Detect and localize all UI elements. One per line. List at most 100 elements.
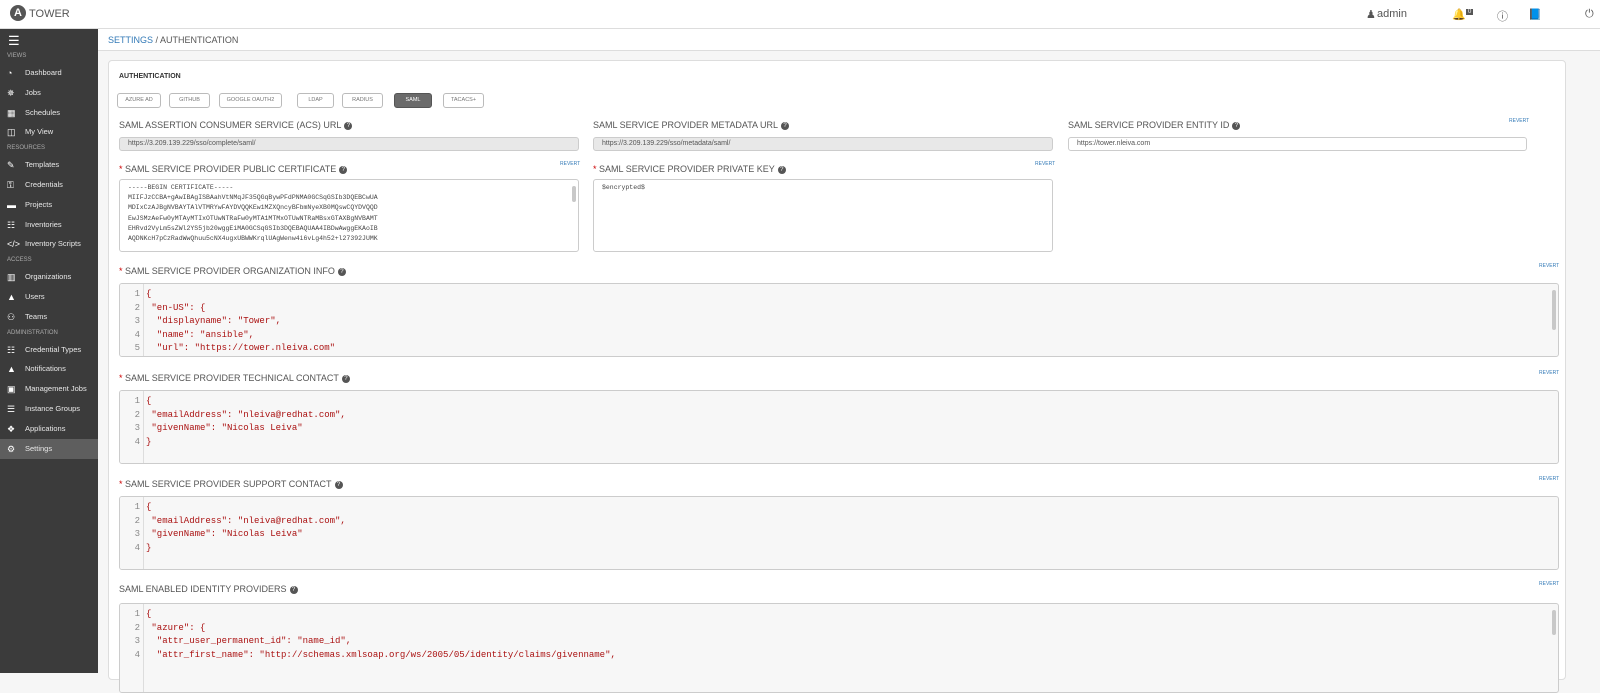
code-line: 3 "attr_user_permanent_id": "name_id", [120, 635, 616, 649]
users-icon: ⚇ [7, 311, 16, 322]
revert-idps[interactable]: REVERT [1539, 581, 1559, 587]
tab-github[interactable]: GITHUB [169, 93, 210, 108]
hamburger-menu-icon[interactable]: ☰ [8, 33, 20, 49]
scrollbar[interactable] [572, 186, 576, 202]
help-icon[interactable]: ? [781, 121, 790, 130]
tab-azure-ad[interactable]: AZURE AD [117, 93, 161, 108]
tab-tacacs-[interactable]: TACACS+ [443, 93, 484, 108]
sidebar-item-organizations[interactable]: ▥ Organizations [0, 267, 98, 287]
sidebar-item-label: Teams [25, 311, 48, 321]
sidebar-item-applications[interactable]: ❖ Applications [0, 419, 98, 439]
user-menu[interactable]: admin [1377, 8, 1407, 20]
logout-power-icon[interactable]: ⏻ [1585, 8, 1594, 21]
org-info-editor[interactable]: 1{2 "en-US": {3 "displayname": "Tower", 4… [119, 283, 1559, 357]
code-text: { [146, 289, 152, 299]
breadcrumb: SETTINGS / AUTHENTICATION [98, 29, 1600, 51]
sidebar-item-templates[interactable]: ✎ Templates [0, 155, 98, 175]
bell-icon: ▲ [7, 364, 16, 375]
sidebar-item-projects[interactable]: ▬ Projects [0, 195, 98, 215]
sidebar-section-label: RESOURCES [7, 145, 46, 152]
public-cert-textarea[interactable]: -----BEGIN CERTIFICATE----- MIIFJzCCBA+g… [119, 179, 579, 252]
calendar-icon: ▦ [7, 107, 16, 118]
metadata-url-field[interactable]: https://3.209.139.229/sso/metadata/saml/ [593, 137, 1053, 151]
docs-book-icon[interactable]: 📘 [1528, 8, 1542, 21]
idps-editor[interactable]: 1{2 "azure": {3 "attr_user_permanent_id"… [119, 603, 1559, 693]
sidebar: ☰ VIEWS ◔ Dashboard ✵ Jobs ▦ Schedules ◫ My View… [0, 29, 98, 673]
sidebar-item-label: Applications [25, 423, 66, 433]
org-info-label: * SAML SERVICE PROVIDER ORGANIZATION INF… [119, 266, 346, 276]
support-contact-label: * SAML SERVICE PROVIDER SUPPORT CONTACT? [119, 479, 343, 489]
cubes-icon: ❖ [7, 423, 16, 434]
sidebar-item-my-view[interactable]: ◫ My View [0, 122, 98, 142]
info-icon[interactable]: ⓘ [1497, 8, 1508, 24]
revert-support-contact[interactable]: REVERT [1539, 476, 1559, 482]
revert-public-cert[interactable]: REVERT [560, 161, 580, 167]
ansible-logo-icon[interactable]: A [10, 5, 26, 21]
help-icon[interactable]: ? [1232, 121, 1241, 130]
support-contact-editor[interactable]: 1{2 "emailAddress": "nleiva@redhat.com",… [119, 496, 1559, 570]
sidebar-item-settings[interactable]: ⚙ Settings [0, 438, 98, 459]
sidebar-item-management-jobs[interactable]: ▣ Management Jobs [0, 379, 98, 399]
code-line: 4 "attr_first_name": "http://schemas.xml… [120, 649, 616, 663]
code-text: "attr_user_permanent_id": "name_id", [146, 636, 352, 646]
sidebar-item-users[interactable]: ▲ Users [0, 287, 98, 307]
sidebar-item-label: Projects [25, 199, 53, 209]
metadata-url-label: SAML SERVICE PROVIDER METADATA URL? [593, 120, 790, 130]
sidebar-item-credential-types[interactable]: ☷ Credential Types [0, 340, 98, 360]
revert-org-info[interactable]: REVERT [1539, 263, 1559, 269]
private-key-textarea[interactable]: $encrypted$ [593, 179, 1053, 252]
revert-tech-contact[interactable]: REVERT [1539, 370, 1559, 376]
sidebar-item-label: Dashboard [25, 68, 62, 77]
scrollbar[interactable] [1552, 290, 1556, 330]
sidebar-item-credentials[interactable]: ⚿ Credentials [0, 175, 98, 195]
columns-icon: ◫ [7, 127, 16, 138]
tab-saml[interactable]: SAML [394, 93, 432, 108]
bell-icon[interactable]: 🔔 [1452, 8, 1466, 21]
line-number: 2 [134, 515, 140, 526]
sidebar-item-inventory-scripts[interactable]: </> Inventory Scripts [0, 234, 98, 254]
revert-private-key[interactable]: REVERT [1035, 161, 1055, 167]
sitemap-icon: ☷ [7, 219, 16, 230]
line-number: 3 [134, 316, 140, 326]
gear-icon: ⚙ [7, 443, 16, 454]
public-cert-value: -----BEGIN CERTIFICATE----- MIIFJzCCBA+g… [128, 184, 378, 243]
sidebar-item-label: Management Jobs [25, 384, 87, 394]
line-number: 2 [134, 622, 140, 633]
tab-radius[interactable]: RADIUS [342, 93, 383, 108]
sidebar-item-label: Instance Groups [25, 404, 81, 413]
code-text: { [146, 502, 152, 512]
scrollbar[interactable] [1552, 610, 1556, 635]
key-icon: ⚿ [7, 180, 14, 190]
idps-label: SAML ENABLED IDENTITY PROVIDERS? [119, 584, 298, 594]
help-icon[interactable]: ? [289, 585, 298, 594]
sidebar-item-instance-groups[interactable]: ☰ Instance Groups [0, 399, 98, 419]
entity-id-field[interactable]: https://tower.nleiva.com [1068, 137, 1527, 151]
tab-ldap[interactable]: LDAP [297, 93, 334, 108]
sidebar-item-inventories[interactable]: ☷ Inventories [0, 215, 98, 235]
line-number: 3 [134, 423, 140, 433]
tech-contact-editor[interactable]: 1{2 "emailAddress": "nleiva@redhat.com",… [119, 390, 1559, 464]
sidebar-item-dashboard[interactable]: ◔ Dashboard [0, 63, 98, 83]
dashboard-icon: ◔ [7, 68, 13, 78]
sidebar-item-notifications[interactable]: ▲ Notifications [0, 359, 98, 379]
revert-entity-id[interactable]: REVERT [1509, 118, 1529, 124]
line-number: 1 [134, 609, 140, 619]
building-icon: ▥ [7, 272, 16, 283]
sidebar-item-schedules[interactable]: ▦ Schedules [0, 103, 98, 123]
jobs-icon: ✵ [7, 87, 15, 98]
help-icon[interactable]: ? [777, 165, 786, 174]
code-line: 4} [120, 542, 346, 556]
breadcrumb-settings[interactable]: SETTINGS [108, 35, 153, 45]
tab-google-oauth2[interactable]: GOOGLE OAUTH2 [219, 93, 282, 108]
sidebar-item-label: Notifications [25, 364, 66, 374]
help-icon[interactable]: ? [341, 374, 350, 383]
code-line: 5 "url": "https://tower.nleiva.com" [120, 342, 335, 356]
help-icon[interactable]: ? [337, 267, 346, 276]
help-icon[interactable]: ? [344, 121, 353, 130]
list-icon: ☷ [7, 344, 16, 355]
help-icon[interactable]: ? [334, 480, 343, 489]
sidebar-item-teams[interactable]: ⚇ Teams [0, 307, 98, 327]
sidebar-item-jobs[interactable]: ✵ Jobs [0, 83, 98, 103]
help-icon[interactable]: ? [339, 165, 348, 174]
acs-url-field[interactable]: https://3.209.139.229/sso/complete/saml/ [119, 137, 579, 151]
